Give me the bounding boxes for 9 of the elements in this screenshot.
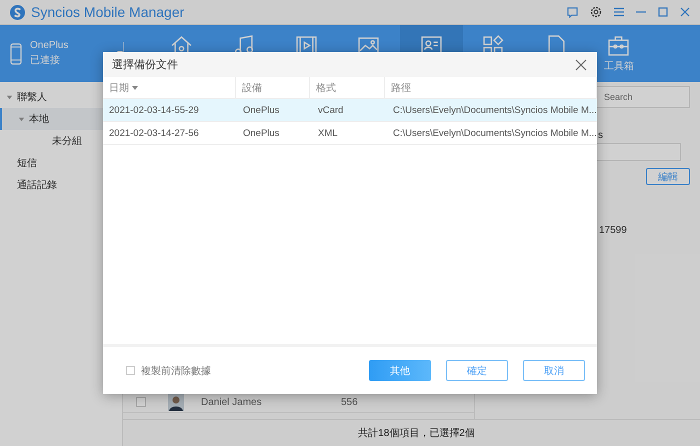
contact-phone: 556 [341, 396, 358, 408]
device-name: OnePlus [30, 40, 70, 51]
status-text: 共計18個項目，已選擇2個 [358, 426, 475, 440]
dialog-title: 選擇備份文件 [112, 58, 178, 72]
device-status: 已連接 [30, 54, 61, 67]
phone-number: 17599 [599, 225, 627, 236]
field-label: s [598, 130, 603, 141]
contact-name: Daniel James [201, 396, 263, 408]
app-title: Syncios Mobile Manager [31, 4, 186, 20]
